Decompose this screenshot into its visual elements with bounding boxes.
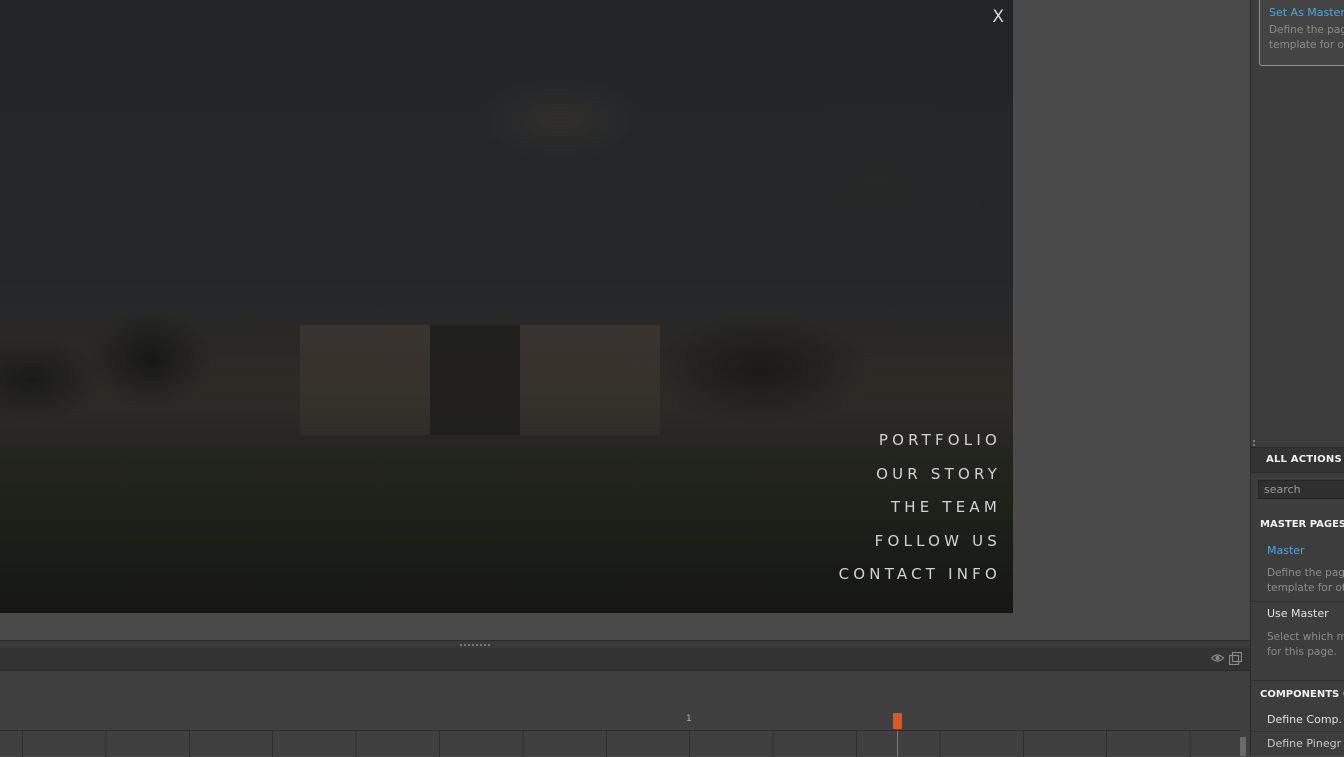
close-menu-button[interactable]: X — [992, 7, 1004, 27]
actions-panel: Set As Master P Define the pag template … — [1250, 0, 1344, 756]
section-title: MASTER PAGES — [1260, 519, 1344, 530]
action-use-master[interactable]: Use Master — [1267, 607, 1329, 620]
action-define-pinegr[interactable]: Define Pinegr — [1267, 736, 1341, 751]
components-header: COMPONENTS Co — [1260, 689, 1344, 700]
background-building — [300, 325, 430, 435]
timeline-scrollbar[interactable] — [1240, 737, 1246, 756]
background-building — [520, 325, 660, 435]
nav-item-portfolio[interactable]: PORTFOLIO — [839, 426, 1001, 460]
splitter-grip[interactable] — [460, 644, 490, 646]
desc-line: template for ot — [1267, 582, 1344, 594]
master-pages-header: MASTER PAGES C — [1260, 519, 1344, 530]
desc-line: template for ot — [1269, 39, 1344, 51]
action-use-master-description: Select which m for this page. — [1267, 630, 1344, 660]
action-master[interactable]: Master — [1267, 544, 1305, 557]
actions-search-input[interactable] — [1258, 480, 1344, 499]
selected-action-title[interactable]: Set As Master P — [1269, 6, 1344, 19]
background-building-dark — [430, 325, 520, 435]
nav-item-our-story[interactable]: OUR STORY — [839, 460, 1001, 494]
desc-line: for this page. — [1267, 646, 1337, 658]
divider — [1251, 601, 1344, 602]
nav-item-follow-us[interactable]: FOLLOW US — [839, 527, 1001, 561]
desc-line: Select which m — [1267, 631, 1344, 643]
timeline-panel: 1 — [0, 671, 1250, 757]
desc-line: Define the page — [1267, 567, 1344, 579]
all-actions-label: ALL ACTIONS — [1266, 454, 1342, 465]
timeline-ruler[interactable] — [0, 730, 1240, 757]
overlay-nav-menu: PORTFOLIO OUR STORY THE TEAM FOLLOW US C… — [839, 426, 1001, 594]
eye-icon[interactable] — [1211, 653, 1224, 663]
selected-action-description: Define the pag template for ot — [1269, 23, 1344, 53]
page-preview: X PORTFOLIO OUR STORY THE TEAM FOLLOW US… — [0, 0, 1013, 613]
timeline-toolbar — [0, 648, 1250, 671]
nav-item-contact-info[interactable]: CONTACT INFO — [839, 560, 1001, 594]
divider — [1251, 680, 1344, 681]
action-define-comp[interactable]: Define Comp. — [1267, 713, 1342, 726]
divider — [1251, 731, 1344, 732]
selected-action-card[interactable]: Set As Master P Define the pag template … — [1259, 0, 1344, 66]
window-icon[interactable] — [1229, 652, 1242, 665]
playhead-handle[interactable] — [893, 713, 902, 729]
action-master-description: Define the page template for ot — [1267, 566, 1344, 596]
desc-line: Define the pag — [1269, 24, 1344, 36]
nav-item-the-team[interactable]: THE TEAM — [839, 493, 1001, 527]
all-actions-header: ALL ACTIONS — [1251, 447, 1344, 473]
ruler-number: 1 — [686, 714, 692, 724]
section-title: COMPONENTS — [1260, 689, 1340, 700]
